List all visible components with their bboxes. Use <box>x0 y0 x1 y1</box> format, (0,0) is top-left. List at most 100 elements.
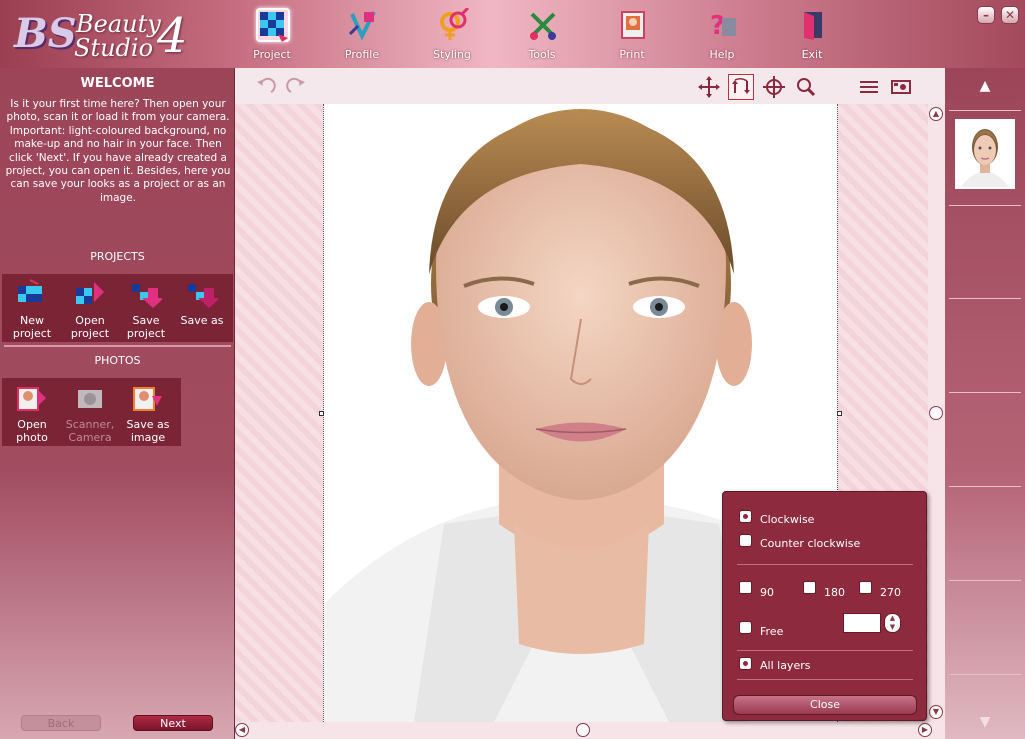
new-project-icon <box>16 278 48 310</box>
thumbnail-panel: ▲ ▼ <box>945 68 1025 739</box>
horizontal-scrollbar[interactable]: ◀ ▶ <box>235 722 945 739</box>
angle-spinner[interactable]: ▲ ▼ <box>884 613 901 633</box>
rotate-button[interactable] <box>728 74 754 100</box>
scroll-up-arrow[interactable]: ▲ <box>929 107 943 121</box>
tool-label: Scanner, Camera <box>65 418 115 444</box>
resize-handle-left[interactable] <box>319 411 324 416</box>
clockwise-label: Clockwise <box>760 513 815 526</box>
projects-header: PROJECTS <box>90 250 145 263</box>
undo-button[interactable] <box>253 74 279 100</box>
thumbnail-scroll-down-icon[interactable]: ▼ <box>977 715 993 729</box>
thumbnail-scroll-up-icon[interactable]: ▲ <box>977 79 993 93</box>
tool-label: Open project <box>70 314 110 340</box>
counter-clockwise-radio[interactable] <box>739 534 752 547</box>
thumbnail-divider <box>949 205 1021 206</box>
left-panel: WELCOME Is it your first time here? Then… <box>0 68 235 739</box>
tool-label: Save project <box>126 314 166 340</box>
move-button[interactable] <box>696 74 722 100</box>
welcome-text: Is it your first time here? Then open yo… <box>5 98 231 204</box>
thumbnail-divider <box>949 486 1021 487</box>
nav-exit[interactable]: Exit <box>780 4 844 64</box>
free-radio[interactable] <box>739 621 752 634</box>
nav-label: Profile <box>344 48 380 61</box>
save-project-button[interactable]: Save project <box>118 276 174 340</box>
nav-help[interactable]: ? Help <box>690 4 754 64</box>
save-as-button[interactable]: Save as <box>174 276 230 340</box>
photo-view-button[interactable] <box>888 74 914 100</box>
close-dialog-button[interactable]: Close <box>733 695 917 715</box>
logo-mark: BS <box>14 10 77 57</box>
thumbnail-divider <box>949 392 1021 393</box>
vertical-scrollbar[interactable]: ▲ ▼ <box>928 104 945 722</box>
nav-print[interactable]: Print <box>600 4 664 64</box>
nav-label: Print <box>619 48 645 61</box>
new-project-button[interactable]: New project <box>4 276 60 340</box>
scroll-left-arrow[interactable]: ◀ <box>235 723 249 737</box>
photo-thumbnail[interactable] <box>955 119 1015 189</box>
scroll-down-arrow[interactable]: ▼ <box>929 705 943 719</box>
dialog-divider <box>737 564 913 565</box>
horizontal-scroll-thumb[interactable] <box>576 723 590 737</box>
nav-tools[interactable]: Tools <box>510 4 574 64</box>
logo-version: 4 <box>157 8 188 64</box>
zoom-button[interactable] <box>793 74 819 100</box>
save-project-icon <box>130 278 164 310</box>
clockwise-radio[interactable] <box>739 510 752 523</box>
all-layers-radio[interactable] <box>739 657 752 670</box>
tool-label: Save as image <box>126 418 170 444</box>
logo-line2: Studio <box>74 34 154 62</box>
free-label: Free <box>760 625 784 638</box>
help-icon: ? <box>706 8 740 42</box>
open-project-button[interactable]: Open project <box>62 276 118 340</box>
rotate-180-checkbox[interactable] <box>803 581 816 594</box>
photos-toolbar: Open photo Scanner, Camera Save as image <box>2 378 181 446</box>
back-button[interactable]: Back <box>21 715 101 731</box>
save-image-icon <box>132 382 164 414</box>
photos-header: PHOTOS <box>94 354 141 367</box>
project-icon <box>256 8 290 42</box>
next-button[interactable]: Next <box>133 715 213 731</box>
dialog-divider <box>737 650 913 651</box>
save-as-image-button[interactable]: Save as image <box>120 380 176 444</box>
rotate-90-checkbox[interactable] <box>739 581 752 594</box>
rotate-dialog: Clockwise Counter clockwise 90 180 270 F… <box>722 491 927 721</box>
thumbnail-divider <box>949 580 1021 581</box>
vertical-scroll-thumb[interactable] <box>929 406 943 420</box>
layers-button[interactable] <box>856 74 882 100</box>
free-angle-input[interactable] <box>843 613 881 633</box>
thumbnail-divider <box>949 674 1021 675</box>
nav-profile[interactable]: Profile <box>330 4 394 64</box>
nav-label: Help <box>709 48 735 61</box>
rotate-180-label: 180 <box>824 586 845 599</box>
tools-icon <box>526 8 560 42</box>
close-window-button[interactable]: ✕ <box>1001 6 1019 24</box>
center-button[interactable] <box>761 74 787 100</box>
exit-icon <box>796 8 830 42</box>
nav-label: Tools <box>528 48 556 61</box>
redo-button[interactable] <box>283 74 309 100</box>
title-bar: BS Beauty Studio 4 Project Profile Styli… <box>0 0 1025 68</box>
open-photo-icon <box>16 382 48 414</box>
nav-project[interactable]: Project <box>240 4 304 64</box>
thumbnail-divider <box>949 110 1021 111</box>
dialog-divider <box>737 679 913 680</box>
thumbnail-divider <box>949 298 1021 299</box>
undo-icon <box>257 77 276 93</box>
redo-icon <box>286 77 305 93</box>
styling-icon <box>436 6 470 42</box>
print-icon <box>616 8 650 42</box>
rotate-270-checkbox[interactable] <box>859 581 872 594</box>
scanner-camera-icon <box>74 382 106 414</box>
nav-styling[interactable]: Styling <box>420 4 484 64</box>
tool-label: Open photo <box>16 418 48 444</box>
all-layers-label: All layers <box>760 659 811 672</box>
zoom-icon <box>797 78 816 97</box>
tool-label: New project <box>12 314 52 340</box>
scanner-camera-button[interactable]: Scanner, Camera <box>62 380 118 444</box>
resize-handle-right[interactable] <box>837 411 842 416</box>
open-photo-button[interactable]: Open photo <box>4 380 60 444</box>
scroll-right-arrow[interactable]: ▶ <box>918 723 932 737</box>
nav-label: Styling <box>433 48 471 61</box>
app-logo: BS Beauty Studio 4 <box>14 8 194 64</box>
minimize-button[interactable]: – <box>977 6 995 24</box>
